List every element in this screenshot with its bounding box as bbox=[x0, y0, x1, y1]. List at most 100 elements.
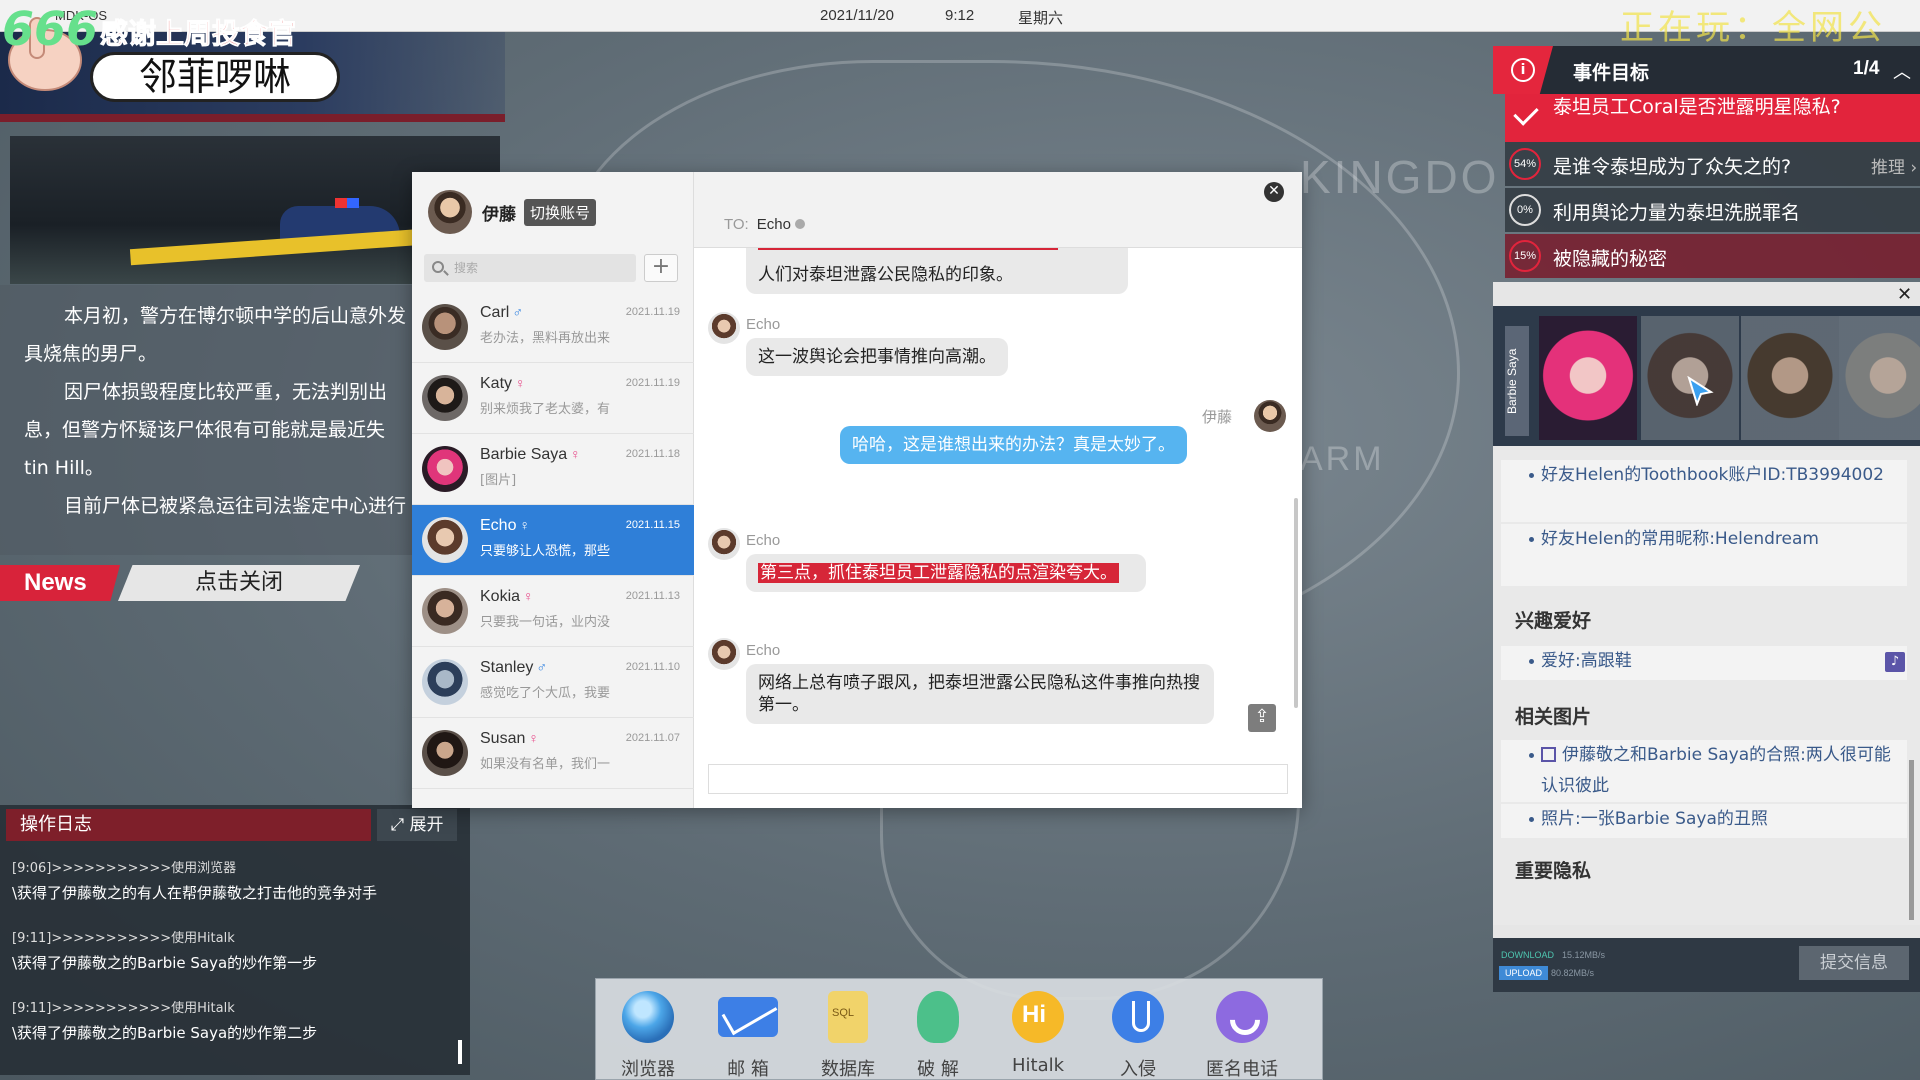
search-placeholder: 搜索 bbox=[454, 261, 479, 275]
chat-conversation: TO: Echo ✕ 人们对泰坦泄露公民隐私的印象。 Echo 这一波舆论会把事情… bbox=[694, 172, 1302, 808]
contact-name: Katy bbox=[480, 375, 513, 392]
system-time: 9:12 bbox=[945, 7, 975, 24]
log-expand-label: 展开 bbox=[409, 815, 444, 835]
contact-date: 2021.11.13 bbox=[625, 590, 680, 602]
message-scrollbar[interactable] bbox=[1294, 498, 1298, 708]
expand-icon: ⤢ bbox=[390, 815, 410, 835]
contact-preview: 只要我一句话，业内没 bbox=[480, 615, 611, 630]
portrait[interactable] bbox=[1839, 316, 1920, 440]
log-entry: [9:11]>>>>>>>>>>>使用Hitalk \获得了伊藤敬之的Barbi… bbox=[12, 927, 457, 973]
profile-item-text: 照片:一张Barbie Saya的丑照 bbox=[1541, 809, 1768, 829]
contact-date: 2021.11.19 bbox=[625, 377, 680, 389]
news-bar: News 点击关闭 bbox=[0, 565, 360, 601]
contact-item[interactable]: Stanley ♂ 感觉吃了个大瓜，我要 2021.11.10 bbox=[412, 647, 694, 718]
objective-item[interactable]: 0% 利用舆论力量为泰坦洗脱罪名 bbox=[1505, 188, 1920, 232]
dock-anonymous-phone[interactable]: 匿名电话 bbox=[1200, 991, 1284, 1080]
hitalk-icon bbox=[1012, 991, 1064, 1043]
log-message: \获得了伊藤敬之的Barbie Saya的炒作第一步 bbox=[12, 954, 318, 972]
portrait[interactable] bbox=[1741, 316, 1839, 440]
objectives-header[interactable]: i 事件目标 1/4 ︿ bbox=[1493, 46, 1920, 94]
log-time: [9:11]>>>>>>>>>>>使用Hitalk bbox=[12, 1001, 235, 1016]
female-icon: ♀ bbox=[528, 730, 539, 746]
avatar bbox=[708, 528, 740, 560]
message-text: 这一波舆论会把事情推向高潮。 bbox=[758, 347, 996, 367]
male-icon: ♂ bbox=[512, 304, 523, 320]
switch-account-button[interactable]: 切换账号 bbox=[524, 198, 597, 226]
profile-footer: DOWNLOAD 15.12MB/s UPLOAD 80.82MB/s 提交信息 bbox=[1493, 938, 1920, 992]
objective-progress: 15% bbox=[1509, 240, 1541, 272]
objective-progress: 0% bbox=[1509, 194, 1541, 226]
reason-button[interactable]: 推理 › bbox=[1871, 153, 1917, 178]
profile-item[interactable]: 照片:一张Barbie Saya的丑照 bbox=[1501, 804, 1907, 838]
message-text: 哈哈，这是谁想出来的办法？真是太妙了。 bbox=[852, 435, 1175, 455]
profile-scrollbar[interactable] bbox=[1909, 760, 1914, 920]
message-input[interactable] bbox=[708, 764, 1288, 794]
contact-item[interactable]: Katy ♀ 别来烦我了老太婆，有 2021.11.19 bbox=[412, 363, 694, 434]
highlight-mark bbox=[758, 248, 1058, 250]
submit-info-button[interactable]: 提交信息 bbox=[1799, 946, 1909, 980]
check-icon bbox=[1513, 100, 1539, 126]
objectives-count: 1/4 bbox=[1853, 58, 1880, 79]
recipient-label: TO: Echo bbox=[724, 216, 805, 233]
contact-list: Carl ♂ 老办法，黑料再放出来 2021.11.19 Katy ♀ 别来烦我了老… bbox=[412, 292, 694, 808]
stream-count-overlay: 666 bbox=[2, 2, 99, 56]
contact-item[interactable]: Susan ♀ 如果没有名单，我们一 2021.11.07 bbox=[412, 718, 694, 789]
profile-details: 好友Helen的Toothbook账户ID:TB3994002 好友Helen的… bbox=[1493, 450, 1920, 925]
current-account: 伊藤 切换账号 bbox=[428, 188, 597, 236]
contact-item[interactable]: Carl ♂ 老办法，黑料再放出来 2021.11.19 bbox=[412, 292, 694, 363]
log-expand-button[interactable]: ⤢ 展开 bbox=[377, 809, 457, 841]
stream-name-overlay: 邻菲啰啉 bbox=[90, 52, 340, 102]
female-icon: ♀ bbox=[515, 375, 526, 391]
section-title-hobby: 兴趣爱好 bbox=[1515, 610, 1592, 632]
system-weekday: 星期六 bbox=[1018, 10, 1064, 27]
close-icon[interactable]: ✕ bbox=[1264, 182, 1284, 202]
reason-label: 推理 bbox=[1871, 158, 1905, 178]
dock-crack[interactable]: 破 解 bbox=[896, 991, 980, 1080]
contact-item[interactable]: Barbie Saya ♀ [图片] 2021.11.18 bbox=[412, 434, 694, 505]
dock-label: 匿名电话 bbox=[1206, 1059, 1278, 1080]
contact-search-input[interactable]: 搜索 bbox=[424, 254, 636, 282]
contact-item-selected[interactable]: Echo ♀ 只要够让人恐慌，那些 2021.11.15 bbox=[412, 505, 694, 576]
log-entry: [9:11]>>>>>>>>>>>使用Hitalk \获得了伊藤敬之的Barbi… bbox=[12, 997, 457, 1043]
profile-item[interactable]: 伊藤敬之和Barbie Saya的合照:两人很可能认识彼此 bbox=[1501, 740, 1907, 802]
profile-item[interactable]: 爱好:高跟鞋 ♪ bbox=[1501, 646, 1907, 680]
objective-item[interactable]: 15% 被隐藏的秘密 bbox=[1505, 234, 1920, 278]
objective-text: 泰坦员工Coral是否泄露明星隐私? bbox=[1553, 96, 1841, 118]
contact-preview: 只要够让人恐慌，那些 bbox=[480, 544, 611, 559]
message-list: 人们对泰坦泄露公民隐私的印象。 Echo 这一波舆论会把事情推向高潮。 伊藤 哈… bbox=[694, 248, 1302, 728]
message-text: 网络上总有喷子跟风，把泰坦泄露公民隐私这件事推向热搜第一。 bbox=[758, 673, 1200, 715]
add-contact-button[interactable]: + bbox=[644, 254, 678, 282]
chevron-up-icon[interactable]: ︿ bbox=[1893, 58, 1911, 84]
contact-name: Susan bbox=[480, 730, 526, 747]
contact-date: 2021.11.10 bbox=[625, 661, 680, 673]
log-entries: [9:06]>>>>>>>>>>>使用浏览器 \获得了伊藤敬之的有人在帮伊藤敬之… bbox=[12, 857, 457, 1067]
contact-item[interactable]: Kokia ♀ 只要我一句话，业内没 2021.11.13 bbox=[412, 576, 694, 647]
contact-date: 2021.11.18 bbox=[625, 448, 680, 460]
profile-item[interactable]: 好友Helen的Toothbook账户ID:TB3994002 bbox=[1501, 460, 1907, 522]
dock-database[interactable]: 数据库 bbox=[806, 991, 890, 1080]
dock-hitalk[interactable]: Hitalk bbox=[996, 991, 1080, 1076]
info-icon: i bbox=[1511, 58, 1535, 82]
profile-item[interactable]: 好友Helen的常用昵称:Helendream bbox=[1501, 524, 1907, 586]
cursor-icon bbox=[1687, 376, 1714, 406]
avatar bbox=[422, 375, 468, 421]
dock-label: 数据库 bbox=[821, 1059, 875, 1080]
female-icon: ♀ bbox=[519, 517, 530, 533]
contact-preview: 如果没有名单，我们一 bbox=[480, 757, 611, 772]
close-icon[interactable]: ✕ bbox=[1897, 284, 1912, 305]
log-scrollbar[interactable] bbox=[458, 1040, 462, 1064]
upload-icon[interactable]: ⇪ bbox=[1248, 704, 1276, 732]
dock-browser[interactable]: 浏览器 bbox=[606, 991, 690, 1080]
contact-date: 2021.11.15 bbox=[625, 519, 680, 531]
profile-item-text: 爱好:高跟鞋 bbox=[1541, 651, 1632, 671]
download-indicator: DOWNLOAD 15.12MB/s bbox=[1501, 950, 1605, 960]
news-close-button[interactable]: 点击关闭 bbox=[118, 565, 360, 601]
dock-mail[interactable]: 邮 箱 bbox=[706, 991, 790, 1080]
portrait-barbie-saya[interactable] bbox=[1539, 316, 1637, 440]
objective-item[interactable]: 54% 是谁令泰坦成为了众矢之的? 推理 › bbox=[1505, 142, 1920, 186]
stream-thanks-overlay: 感谢上周投食官 bbox=[99, 17, 297, 51]
male-icon: ♂ bbox=[536, 659, 547, 675]
dock-hack[interactable]: 入侵 bbox=[1096, 991, 1180, 1080]
download-speed: 15.12MB/s bbox=[1562, 950, 1606, 960]
objective-item[interactable]: 泰坦员工Coral是否泄露明星隐私? bbox=[1505, 94, 1920, 142]
